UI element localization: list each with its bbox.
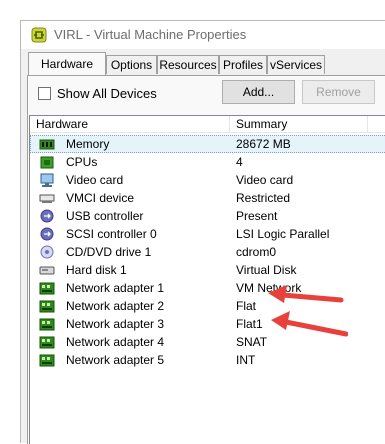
hardware-row[interactable]: Video card Video card [30,171,385,189]
column-header-summary[interactable]: Summary [230,116,368,132]
hardware-name: CPUs [66,155,98,169]
hardware-summary: Flat [236,299,257,313]
show-all-devices-label: Show All Devices [57,86,157,101]
hardware-name: Network adapter 2 [66,299,165,313]
hard-disk-icon [39,266,55,275]
network-adapter-icon [39,354,55,367]
hardware-name: USB controller [66,209,144,223]
list-header: Hardware Summary [30,116,385,132]
hardware-summary: Restricted [236,191,291,205]
hardware-name: Memory [66,137,110,151]
hardware-row[interactable]: Hard disk 1 Virtual Disk [30,261,385,279]
tab-profiles[interactable]: Profiles [219,55,267,74]
network-adapter-icon [39,336,55,349]
hardware-summary: Present [236,209,278,223]
hardware-summary: LSI Logic Parallel [236,227,330,241]
hardware-row[interactable]: Network adapter 5 INT [30,351,385,369]
cd-dvd-icon [40,245,54,259]
hardware-list: Hardware Summary Memory 28672 MB CPUs 4 Vide… [29,115,385,444]
hardware-row[interactable]: USB controller Present [30,207,385,225]
scsi-controller-icon [40,227,54,241]
hardware-row[interactable]: VMCI device Restricted [30,189,385,207]
hardware-name: Video card [66,173,124,187]
tab-vservices[interactable]: vServices [267,55,325,74]
annotation-arrow-flat1 [271,311,348,337]
header-divider [30,132,385,133]
title-bar[interactable]: VIRL - Virtual Machine Properties [21,21,385,49]
hardware-summary: INT [236,353,256,367]
memory-icon [39,139,55,150]
hardware-summary: 4 [236,155,243,169]
hardware-summary: 28672 MB [236,137,291,151]
network-adapter-icon [39,282,55,295]
hardware-name: Network adapter 1 [66,281,165,295]
usb-controller-icon [40,209,54,223]
remove-button[interactable]: Remove [302,80,375,104]
hardware-name: CD/DVD drive 1 [66,245,152,259]
network-adapter-icon [39,318,55,331]
hardware-summary: cdrom0 [236,245,277,259]
hardware-name: Hard disk 1 [66,263,127,277]
hardware-summary: Flat1 [236,317,263,331]
tab-strip: Hardware Options Resources Profiles vSer… [28,52,385,76]
vm-properties-window: VIRL - Virtual Machine Properties Hardwa… [20,20,385,444]
hardware-row[interactable]: CD/DVD drive 1 cdrom0 [30,243,385,261]
hardware-summary: Video card [236,173,294,187]
show-all-devices-checkbox[interactable] [38,87,51,100]
tab-resources[interactable]: Resources [157,55,219,74]
hardware-name: Network adapter 4 [66,335,165,349]
hardware-name: Network adapter 3 [66,317,165,331]
vmci-device-icon [39,194,55,203]
hardware-row[interactable]: Memory 28672 MB [30,135,385,153]
tab-options[interactable]: Options [106,55,157,74]
hardware-row[interactable]: CPUs 4 [30,153,385,171]
hardware-name: SCSI controller 0 [66,227,157,241]
window-title: VIRL - Virtual Machine Properties [54,27,247,42]
tab-hardware[interactable]: Hardware [28,52,106,75]
network-adapter-icon [39,300,55,313]
video-card-icon [40,173,54,187]
hardware-summary: Virtual Disk [236,263,297,277]
column-header-hardware[interactable]: Hardware [30,116,230,132]
cpu-icon [40,156,54,169]
vsphere-app-icon [31,27,47,43]
hardware-name: VMCI device [66,191,135,205]
hardware-row[interactable]: SCSI controller 0 LSI Logic Parallel [30,225,385,243]
add-button[interactable]: Add... [222,80,295,104]
hardware-name: Network adapter 5 [66,353,165,367]
hardware-summary: SNAT [236,335,268,349]
